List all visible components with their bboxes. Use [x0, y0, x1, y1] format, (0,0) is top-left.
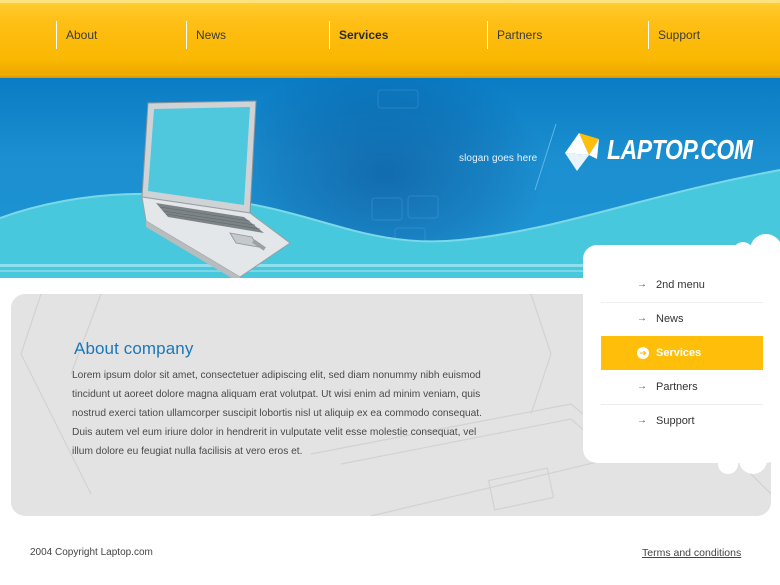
- arrow-right-icon: →: [637, 415, 647, 426]
- laptop-image: [141, 100, 291, 278]
- about-paragraph: Lorem ipsum dolor sit amet, consectetuer…: [72, 370, 482, 457]
- copyright-text: 2004 Copyright Laptop.com: [30, 547, 153, 558]
- terms-link[interactable]: Terms and conditions: [642, 547, 741, 559]
- sidemenu-item-services[interactable]: ➜ Services: [601, 336, 763, 370]
- diamond-logo-icon: [565, 133, 599, 171]
- slogan-text: slogan goes here: [459, 153, 538, 164]
- nav-item-about[interactable]: About: [56, 21, 97, 49]
- sidemenu-item-label: Services: [656, 347, 702, 359]
- about-heading: About company: [74, 339, 194, 358]
- sidemenu-item-partners[interactable]: → Partners: [601, 370, 763, 404]
- sidemenu-item-label: News: [656, 313, 684, 325]
- arrow-right-icon: →: [637, 279, 647, 290]
- nav-item-services[interactable]: Services: [329, 21, 388, 49]
- site-logo-text[interactable]: LAPTOP.COM: [607, 134, 753, 166]
- sidemenu-item-label: 2nd menu: [656, 279, 705, 291]
- sidemenu-item-2nd-menu[interactable]: → 2nd menu: [601, 268, 763, 302]
- nav-item-support[interactable]: Support: [648, 21, 700, 49]
- nav-item-partners[interactable]: Partners: [487, 21, 542, 49]
- arrow-right-icon: →: [637, 313, 647, 324]
- sidemenu-item-support[interactable]: → Support: [601, 404, 763, 438]
- nav-item-news[interactable]: News: [186, 21, 226, 49]
- slogan-divider: [534, 123, 557, 191]
- sidemenu-item-label: Partners: [656, 381, 698, 393]
- arrow-right-icon: →: [637, 381, 647, 392]
- sidemenu-item-label: Support: [656, 415, 695, 427]
- top-navigation: About News Services Partners Support: [0, 0, 780, 78]
- sidemenu-item-news[interactable]: → News: [601, 302, 763, 336]
- circle-arrow-right-icon: ➜: [637, 347, 649, 359]
